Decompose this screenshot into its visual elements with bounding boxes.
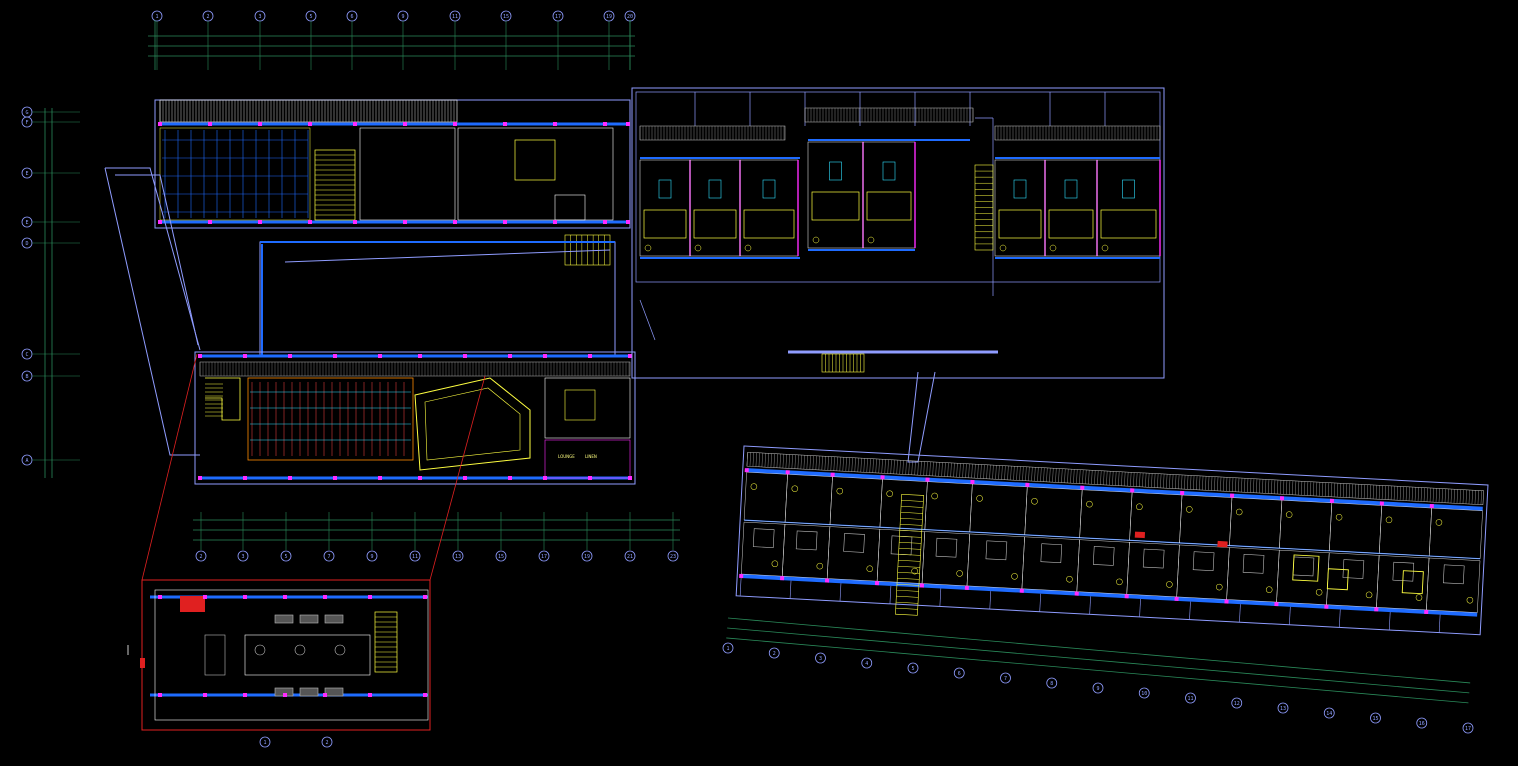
top-grid-label-5: 9 — [401, 14, 404, 20]
rotated-grid-label-10: 11 — [1187, 696, 1193, 702]
rotated-grid-label-8: 9 — [1096, 686, 1099, 692]
cad-drawing-canvas[interactable]: 1 2 3 5 6 9 11 15 17 19 20 GFEEDCBA LOUN… — [0, 0, 1518, 766]
left-grid-axis: GF E E D C B A — [21, 106, 80, 466]
bottom-grid-label-2: 5 — [284, 554, 287, 560]
top-grid-label-7: 15 — [503, 14, 509, 20]
rotated-grid-label-0: 1 — [726, 646, 729, 652]
left-dimension-lines — [44, 108, 53, 478]
detail-callout: 1 2 — [141, 353, 486, 748]
lower-building-block: LOUNGE LINEN — [194, 351, 636, 485]
top-grid-label-0: 1 — [155, 14, 158, 20]
top-grid-label-6: 11 — [452, 14, 458, 20]
left-grid-label-2: E — [25, 171, 28, 177]
rotated-grid-label-2: 3 — [819, 656, 822, 662]
top-dimension-lines — [148, 20, 635, 70]
top-grid-label-9: 19 — [606, 14, 612, 20]
room-note-lounge: LOUNGE — [558, 454, 575, 459]
upper-building-block — [154, 99, 631, 266]
room-note-linen: LINEN — [585, 454, 597, 459]
top-grid-label-2: 3 — [258, 14, 261, 20]
bottom-grid-label-11: 23 — [670, 554, 676, 560]
bottom-grid-label-3: 7 — [327, 554, 330, 560]
left-grid-label-1: F — [25, 120, 28, 126]
bottom-grid-label-6: 13 — [455, 554, 461, 560]
bottom-grid-label-4: 9 — [370, 554, 373, 560]
rotated-guestroom-wing: 1234567891011121314151617 — [722, 445, 1489, 734]
rotated-grid-label-12: 13 — [1280, 706, 1286, 712]
bottom-grid-label-8: 17 — [541, 554, 547, 560]
rotated-grid-label-9: 10 — [1141, 691, 1147, 697]
bottom-grid-label-7: 15 — [498, 554, 504, 560]
rotated-grid-label-15: 16 — [1419, 721, 1425, 727]
rotated-grid-label-5: 6 — [958, 671, 961, 677]
rotated-grid-label-3: 4 — [865, 661, 868, 667]
bottom-grid-label-10: 21 — [627, 554, 633, 560]
left-grid-label-3: E — [25, 220, 28, 226]
rotated-grid-label-7: 8 — [1050, 681, 1053, 687]
rotated-grid-label-13: 14 — [1326, 711, 1332, 717]
upper-right-guestroom-block — [631, 87, 1165, 463]
left-grid-label-0: G — [25, 110, 28, 116]
top-grid-label-8: 17 — [555, 14, 561, 20]
rotated-grid-label-6: 7 — [1004, 676, 1007, 682]
top-grid-label-3: 5 — [309, 14, 312, 20]
rotated-grid-label-16: 17 — [1465, 726, 1471, 732]
left-grid-label-6: B — [25, 374, 28, 380]
rotated-grid-label-1: 2 — [773, 651, 776, 657]
bottom-grid-label-5: 11 — [412, 554, 418, 560]
rotated-grid-axis: 1234567891011121314151617 — [722, 642, 1474, 734]
rotated-grid-label-11: 12 — [1234, 701, 1240, 707]
bottom-dimension-lines — [193, 519, 680, 541]
bottom-grid-label-0: 2 — [199, 554, 202, 560]
bottom-grid-label-9: 19 — [584, 554, 590, 560]
top-grid-axis: 1 2 3 5 6 9 11 15 17 19 20 — [151, 10, 636, 70]
detail-grid-label-1: 1 — [263, 740, 266, 746]
detail-grid-label-2: 2 — [325, 740, 328, 746]
left-grid-label-5: C — [25, 352, 28, 358]
left-grid-label-4: D — [25, 241, 28, 247]
top-grid-label-1: 2 — [206, 14, 209, 20]
bottom-grid-label-1: 3 — [241, 554, 244, 560]
left-grid-label-7: A — [25, 458, 28, 464]
rotated-grid-label-14: 15 — [1372, 716, 1378, 722]
top-grid-label-10: 20 — [627, 14, 633, 20]
top-grid-label-4: 6 — [350, 14, 353, 20]
rotated-grid-label-4: 5 — [911, 666, 914, 672]
